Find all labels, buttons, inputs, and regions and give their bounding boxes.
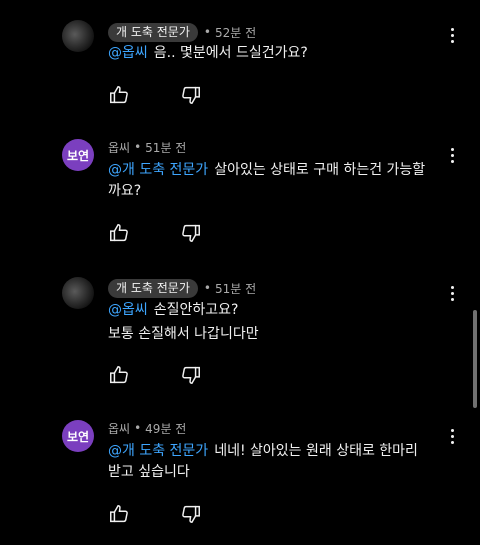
comment-text: @옵씨 음.. 몇분에서 드실건가요? — [108, 43, 443, 64]
thumbs-down-icon[interactable] — [180, 364, 202, 386]
author-badge[interactable]: 개 도축 전문가 — [108, 278, 198, 298]
author-name[interactable]: 옵씨 — [108, 139, 130, 156]
comment-text: @개 도축 전문가 살아있는 상태로 구매 하는건 가능할 까요? — [108, 160, 443, 202]
thumbs-up-icon[interactable] — [108, 222, 130, 244]
comment-line: 네네! 살아있는 원래 상태로 한마리 — [214, 443, 418, 459]
thumbs-up-icon[interactable] — [108, 364, 130, 386]
thumbs-up-icon[interactable] — [108, 84, 130, 106]
comment-line: 받고 싶습니다 — [108, 464, 190, 480]
meta-separator: • — [134, 140, 142, 154]
comment-line: 손질안하고요? — [153, 302, 239, 318]
mention-link[interactable]: @개 도축 전문가 — [108, 443, 208, 459]
comment-line: 살아있는 상태로 구매 하는건 가능할 — [214, 162, 426, 178]
avatar[interactable] — [62, 20, 94, 52]
author-name[interactable]: 옵씨 — [108, 420, 130, 437]
avatar[interactable]: 보연 — [62, 139, 94, 171]
comment-meta: 옵씨 • 51분 전 — [108, 137, 186, 157]
thumbs-up-icon[interactable] — [108, 503, 130, 525]
comment-meta: 옵씨 • 49분 전 — [108, 418, 186, 438]
author-badge[interactable]: 개 도축 전문가 — [108, 22, 198, 42]
meta-separator: • — [134, 421, 142, 435]
meta-separator: • — [203, 281, 211, 295]
thumbs-down-icon[interactable] — [180, 503, 202, 525]
thumbs-down-icon[interactable] — [180, 222, 202, 244]
comment-text: @옵씨 손질안하고요? 보통 손질해서 나갑니다만 — [108, 300, 443, 345]
comment-time[interactable]: 51분 전 — [215, 280, 256, 297]
avatar[interactable] — [62, 277, 94, 309]
comment-meta: 개 도축 전문가 • 51분 전 — [108, 278, 256, 298]
comment-line: 보통 손질해서 나갑니다만 — [108, 326, 259, 342]
mention-link[interactable]: @개 도축 전문가 — [108, 162, 208, 178]
comment-line: 음.. 몇분에서 드실건가요? — [153, 45, 308, 61]
comment-line: 까요? — [108, 183, 142, 199]
mention-link[interactable]: @옵씨 — [108, 302, 148, 318]
thumbs-down-icon[interactable] — [180, 84, 202, 106]
scrollbar-thumb[interactable] — [473, 310, 477, 408]
more-vertical-icon[interactable] — [445, 28, 459, 46]
more-vertical-icon[interactable] — [445, 148, 459, 166]
comment-time[interactable]: 51분 전 — [145, 139, 186, 156]
more-vertical-icon[interactable] — [445, 429, 459, 447]
comment-meta: 개 도축 전문가 • 52분 전 — [108, 22, 256, 42]
comment-time[interactable]: 49분 전 — [145, 420, 186, 437]
avatar[interactable]: 보연 — [62, 420, 94, 452]
comment-time[interactable]: 52분 전 — [215, 24, 256, 41]
comment-text: @개 도축 전문가 네네! 살아있는 원래 상태로 한마리 받고 싶습니다 — [108, 441, 443, 483]
more-vertical-icon[interactable] — [445, 286, 459, 304]
mention-link[interactable]: @옵씨 — [108, 45, 148, 61]
meta-separator: • — [203, 25, 211, 39]
